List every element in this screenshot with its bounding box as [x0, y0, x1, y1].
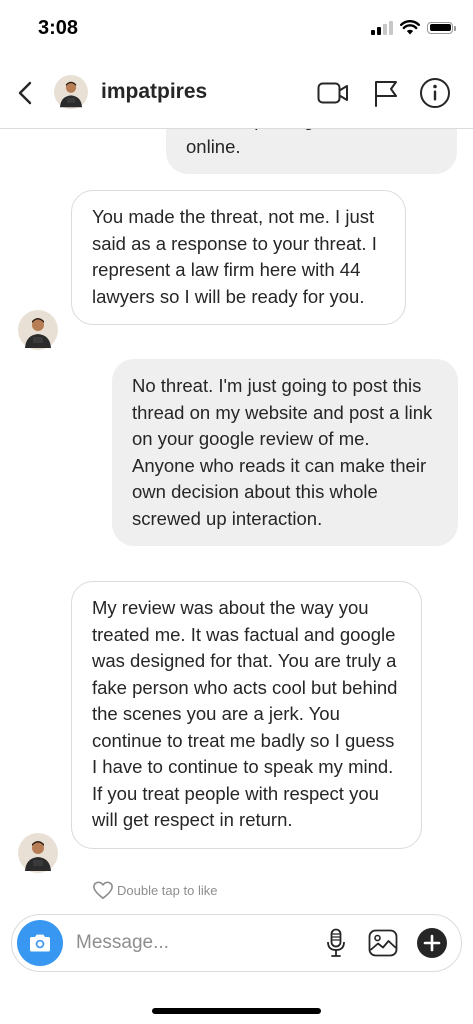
chat-header: impatpires [0, 58, 473, 129]
info-icon [420, 78, 450, 108]
double-tap-like-hint: Double tap to like [92, 880, 217, 900]
plus-icon [417, 928, 447, 958]
gallery-icon [368, 929, 398, 957]
report-button[interactable] [369, 76, 403, 110]
info-button[interactable] [418, 76, 452, 110]
voice-message-button[interactable] [319, 926, 353, 960]
back-chevron-icon [18, 81, 32, 105]
received-message-bubble[interactable]: You made the threat, not me. I just said… [71, 190, 406, 325]
cellular-signal-icon [371, 20, 393, 35]
camera-icon [30, 934, 50, 952]
message-input[interactable] [76, 929, 296, 957]
camera-button[interactable] [17, 920, 63, 966]
avatar[interactable] [54, 75, 88, 109]
microphone-icon [327, 928, 345, 957]
message-text: You made the threat, not me. I just said… [92, 206, 377, 307]
message-composer [11, 914, 462, 972]
message-text: I'm also posting this thread online. [186, 129, 405, 157]
received-message-bubble[interactable]: My review was about the way you treated … [71, 581, 422, 849]
sender-avatar[interactable] [18, 310, 58, 350]
status-time: 3:08 [38, 17, 79, 39]
status-icons [371, 20, 456, 35]
message-text: No threat. I'm just going to post this t… [132, 375, 433, 529]
more-options-button[interactable] [415, 926, 449, 960]
like-hint-text: Double tap to like [117, 882, 218, 898]
sent-message-bubble[interactable]: No threat. I'm just going to post this t… [112, 359, 458, 546]
chat-username[interactable]: impatpires [101, 80, 207, 104]
message-text: My review was about the way you treated … [92, 597, 398, 830]
battery-icon [427, 21, 456, 34]
sender-avatar[interactable] [18, 833, 58, 873]
back-button[interactable] [10, 76, 40, 110]
wifi-icon [400, 20, 420, 35]
video-camera-icon [317, 82, 348, 104]
status-bar: 3:08 [0, 0, 473, 58]
heart-icon [93, 881, 113, 899]
flag-icon [375, 81, 397, 107]
sent-message-bubble[interactable]: I'm also posting this thread online. [166, 129, 457, 174]
video-call-button[interactable] [316, 76, 350, 110]
message-thread[interactable]: I'm also posting this thread online. You… [0, 129, 473, 909]
gallery-button[interactable] [366, 926, 400, 960]
home-indicator[interactable] [152, 1008, 321, 1014]
